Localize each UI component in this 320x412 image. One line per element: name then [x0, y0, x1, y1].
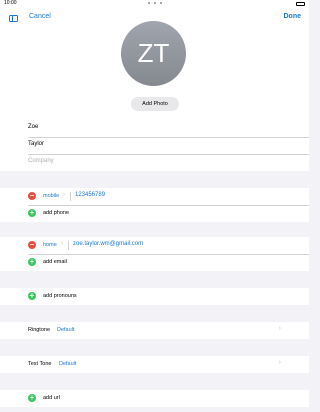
phone-label[interactable]: mobile	[43, 193, 59, 199]
add-pronouns-label[interactable]: add pronouns	[43, 293, 77, 299]
first-name-row[interactable]: Zoe	[0, 120, 309, 137]
sidebar-toggle-icon[interactable]	[9, 15, 18, 22]
phone-label-chevron-icon[interactable]: ›	[63, 192, 65, 198]
status-bar: 10:00	[0, 0, 309, 8]
email-divider	[68, 241, 69, 250]
add-email-label[interactable]: add email	[43, 259, 67, 265]
add-url-row[interactable]: + add url	[0, 390, 309, 407]
texttone-row[interactable]: Text Tone Default ›	[0, 356, 309, 373]
email-group: – home › zoe.taylor.wm@gmail.com + add e…	[0, 237, 309, 271]
battery-icon	[296, 2, 305, 6]
multitasking-dots-icon[interactable]	[148, 2, 162, 5]
email-value-field[interactable]: zoe.taylor.wm@gmail.com	[73, 241, 143, 247]
status-time: 10:00	[4, 0, 17, 6]
ringtone-label: Ringtone	[28, 327, 51, 333]
remove-email-icon[interactable]: –	[28, 241, 36, 249]
avatar[interactable]: ZT	[121, 21, 186, 86]
texttone-group: Text Tone Default ›	[0, 356, 309, 373]
texttone-chevron-icon: ›	[278, 359, 281, 366]
texttone-value: Default	[59, 361, 77, 367]
add-email-icon[interactable]: +	[28, 258, 36, 266]
add-phone-row[interactable]: + add phone	[0, 205, 309, 222]
texttone-label: Text Tone	[28, 361, 52, 367]
name-group: Zoe Taylor Company	[0, 120, 309, 171]
ringtone-value: Default	[57, 327, 75, 333]
phone-value-field[interactable]: 123456789	[75, 192, 105, 198]
phone-row: – mobile › 123456789	[0, 188, 309, 205]
add-email-row[interactable]: + add email	[0, 254, 309, 271]
add-pronouns-icon[interactable]: +	[28, 292, 36, 300]
ringtone-chevron-icon: ›	[278, 325, 281, 332]
remove-phone-icon[interactable]: –	[28, 192, 36, 200]
url-group: + add url	[0, 390, 309, 407]
email-row: – home › zoe.taylor.wm@gmail.com	[0, 237, 309, 254]
phone-group: – mobile › 123456789 + add phone	[0, 188, 309, 222]
ringtone-row[interactable]: Ringtone Default ›	[0, 322, 309, 339]
first-name-field[interactable]: Zoe	[28, 124, 38, 130]
cancel-button[interactable]: Cancel	[29, 13, 51, 20]
ringtone-group: Ringtone Default ›	[0, 322, 309, 339]
add-photo-button[interactable]: Add Photo	[131, 97, 179, 111]
add-pronouns-row[interactable]: + add pronouns	[0, 288, 309, 305]
email-label-chevron-icon[interactable]: ›	[61, 241, 63, 247]
company-row[interactable]: Company	[0, 154, 309, 171]
add-url-label[interactable]: add url	[43, 395, 60, 401]
last-name-row[interactable]: Taylor	[0, 137, 309, 154]
done-button[interactable]: Done	[284, 13, 302, 20]
email-label[interactable]: home	[43, 242, 57, 248]
last-name-field[interactable]: Taylor	[28, 141, 44, 147]
company-field[interactable]: Company	[28, 158, 54, 164]
add-url-icon[interactable]: +	[28, 394, 36, 402]
phone-divider	[70, 192, 71, 201]
pronouns-group: + add pronouns	[0, 288, 309, 305]
add-phone-icon[interactable]: +	[28, 209, 36, 217]
add-phone-label[interactable]: add phone	[43, 210, 69, 216]
